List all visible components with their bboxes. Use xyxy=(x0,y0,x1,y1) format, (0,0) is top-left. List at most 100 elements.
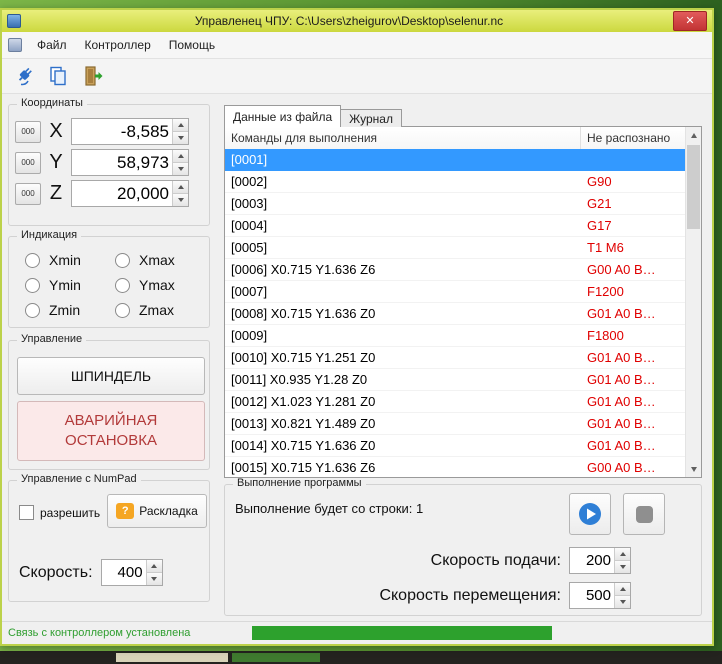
indication-group-label: Индикация xyxy=(17,229,82,241)
menu-item-help[interactable]: Помощь xyxy=(160,34,224,56)
table-row[interactable]: [0012] X1.023 Y1.281 Z0 G01 A0 B… xyxy=(225,391,685,413)
y-coordinate-spinner xyxy=(71,149,189,176)
axis-row-y: 000 Y xyxy=(9,145,209,176)
status-bar: Связь с контроллером установлена xyxy=(2,621,712,644)
numpad-speed-input[interactable] xyxy=(101,560,146,585)
radio-xmin[interactable]: Xmin xyxy=(25,252,111,268)
feed-speed-spinner xyxy=(569,547,631,574)
zero-x-button[interactable]: 000 xyxy=(15,120,41,143)
spin-up-icon[interactable] xyxy=(173,150,188,163)
radio-xmax[interactable]: Xmax xyxy=(115,252,201,268)
spin-up-icon[interactable] xyxy=(173,181,188,194)
move-speed-spinner xyxy=(569,582,631,609)
cell-command: [0001] xyxy=(231,152,268,167)
axis-row-z: 000 Z xyxy=(9,176,209,207)
table-row[interactable]: [0008] X0.715 Y1.636 Z0 G01 A0 B… xyxy=(225,303,685,325)
menu-item-file[interactable]: Файл xyxy=(28,34,76,56)
table-row[interactable]: [0005] T1 M6 xyxy=(225,237,685,259)
numpad-enable-label: разрешить xyxy=(40,505,101,520)
cell-unrecognized: G21 xyxy=(587,196,612,211)
z-coordinate-input[interactable] xyxy=(72,181,172,206)
cell-command: [0012] X1.023 Y1.281 Z0 xyxy=(231,394,376,409)
cell-command: [0002] xyxy=(231,174,268,189)
spindle-button[interactable]: ШПИНДЕЛЬ xyxy=(17,357,205,395)
spin-down-icon[interactable] xyxy=(615,596,630,608)
spin-down-icon[interactable] xyxy=(615,561,630,573)
radio-zmin[interactable]: Zmin xyxy=(25,302,111,318)
zero-z-button[interactable]: 000 xyxy=(15,182,41,205)
scrollbar-thumb[interactable] xyxy=(687,145,700,229)
exit-door-icon xyxy=(85,66,103,86)
control-group-label: Управление xyxy=(17,333,87,345)
cell-unrecognized: G01 A0 B… xyxy=(587,350,656,365)
cell-command: [0009] xyxy=(231,328,268,343)
column-header-unrecognized[interactable]: Не распознано xyxy=(581,127,685,149)
radio-ymin[interactable]: Ymin xyxy=(25,277,111,293)
table-row[interactable]: [0001] xyxy=(225,149,685,171)
taskbar[interactable] xyxy=(0,651,722,664)
z-axis-label: Z xyxy=(49,182,63,204)
x-coordinate-input[interactable] xyxy=(72,119,172,144)
title-bar[interactable]: Управленец ЧПУ: C:\Users\zheigurov\Deskt… xyxy=(2,10,712,32)
connect-button[interactable] xyxy=(7,61,39,91)
stop-button[interactable] xyxy=(623,493,665,535)
table-row[interactable]: [0013] X0.821 Y1.489 Z0 G01 A0 B… xyxy=(225,413,685,435)
y-coordinate-input[interactable] xyxy=(72,150,172,175)
layout-button-label: Раскладка xyxy=(139,504,198,518)
radio-icon xyxy=(115,302,130,318)
table-row[interactable]: [0007] F1200 xyxy=(225,281,685,303)
coordinates-group: Координаты 000 X 000 Y xyxy=(8,97,210,226)
radio-icon xyxy=(115,252,130,268)
numpad-enable-option[interactable]: разрешить xyxy=(19,505,100,520)
table-row[interactable]: [0015] X0.715 Y1.636 Z6 G00 A0 B… xyxy=(225,457,685,477)
cell-unrecognized: G01 A0 B… xyxy=(587,372,656,387)
move-speed-input[interactable] xyxy=(570,583,614,608)
table-row[interactable]: [0009] F1800 xyxy=(225,325,685,347)
cell-command: [0010] X0.715 Y1.251 Z0 xyxy=(231,350,376,365)
spin-up-icon[interactable] xyxy=(173,119,188,132)
table-row[interactable]: [0004] G17 xyxy=(225,215,685,237)
table-row[interactable]: [0014] X0.715 Y1.636 Z0 G01 A0 B… xyxy=(225,435,685,457)
taskbar-item xyxy=(116,653,228,662)
numpad-speed-spinner xyxy=(100,559,163,586)
move-speed-row: Скорость перемещения: xyxy=(379,582,631,609)
tab-file-data[interactable]: Данные из файла xyxy=(224,105,342,127)
spin-down-icon[interactable] xyxy=(173,194,188,206)
plug-icon xyxy=(18,67,32,86)
table-row[interactable]: [0003] G21 xyxy=(225,193,685,215)
table-row[interactable]: [0010] X0.715 Y1.251 Z0 G01 A0 B… xyxy=(225,347,685,369)
radio-zmax[interactable]: Zmax xyxy=(115,302,201,318)
spin-up-icon[interactable] xyxy=(615,548,630,561)
radio-ymax[interactable]: Ymax xyxy=(115,277,201,293)
menu-item-controller[interactable]: Контроллер xyxy=(76,34,160,56)
toolbar xyxy=(2,59,712,94)
numpad-group-label: Управление с NumPad xyxy=(17,473,141,485)
zero-y-button[interactable]: 000 xyxy=(15,151,41,174)
tab-journal[interactable]: Журнал xyxy=(341,109,402,127)
open-file-button[interactable] xyxy=(42,61,74,91)
vertical-scrollbar[interactable] xyxy=(685,127,701,477)
exit-button[interactable] xyxy=(77,61,109,91)
layout-button[interactable]: ? Раскладка xyxy=(107,494,207,528)
table-row[interactable]: [0011] X0.935 Y1.28 Z0 G01 A0 B… xyxy=(225,369,685,391)
spin-down-icon[interactable] xyxy=(173,163,188,175)
cell-unrecognized: G00 A0 B… xyxy=(587,460,656,475)
cell-command: [0003] xyxy=(231,196,268,211)
run-button[interactable] xyxy=(569,493,611,535)
column-header-commands[interactable]: Команды для выполнения xyxy=(225,127,581,149)
scroll-up-icon[interactable] xyxy=(686,127,701,143)
scroll-down-icon[interactable] xyxy=(686,461,701,477)
close-button[interactable]: ✕ xyxy=(673,11,707,31)
spin-down-icon[interactable] xyxy=(173,132,188,144)
emergency-stop-button[interactable]: АВАРИЙНАЯ ОСТАНОВКА xyxy=(17,401,205,461)
spin-down-icon[interactable] xyxy=(146,573,162,585)
feed-speed-input[interactable] xyxy=(570,548,614,573)
spin-up-icon[interactable] xyxy=(615,583,630,596)
table-row[interactable]: [0002] G90 xyxy=(225,171,685,193)
cell-unrecognized: G00 A0 B… xyxy=(587,262,656,277)
table-row[interactable]: [0006] X0.715 Y1.636 Z6 G00 A0 B… xyxy=(225,259,685,281)
radio-label: Ymin xyxy=(49,277,81,293)
spin-up-icon[interactable] xyxy=(146,560,162,573)
execution-group-label: Выполнение программы xyxy=(233,477,366,489)
file-data-table: Команды для выполнения Не распознано [00… xyxy=(224,126,702,478)
